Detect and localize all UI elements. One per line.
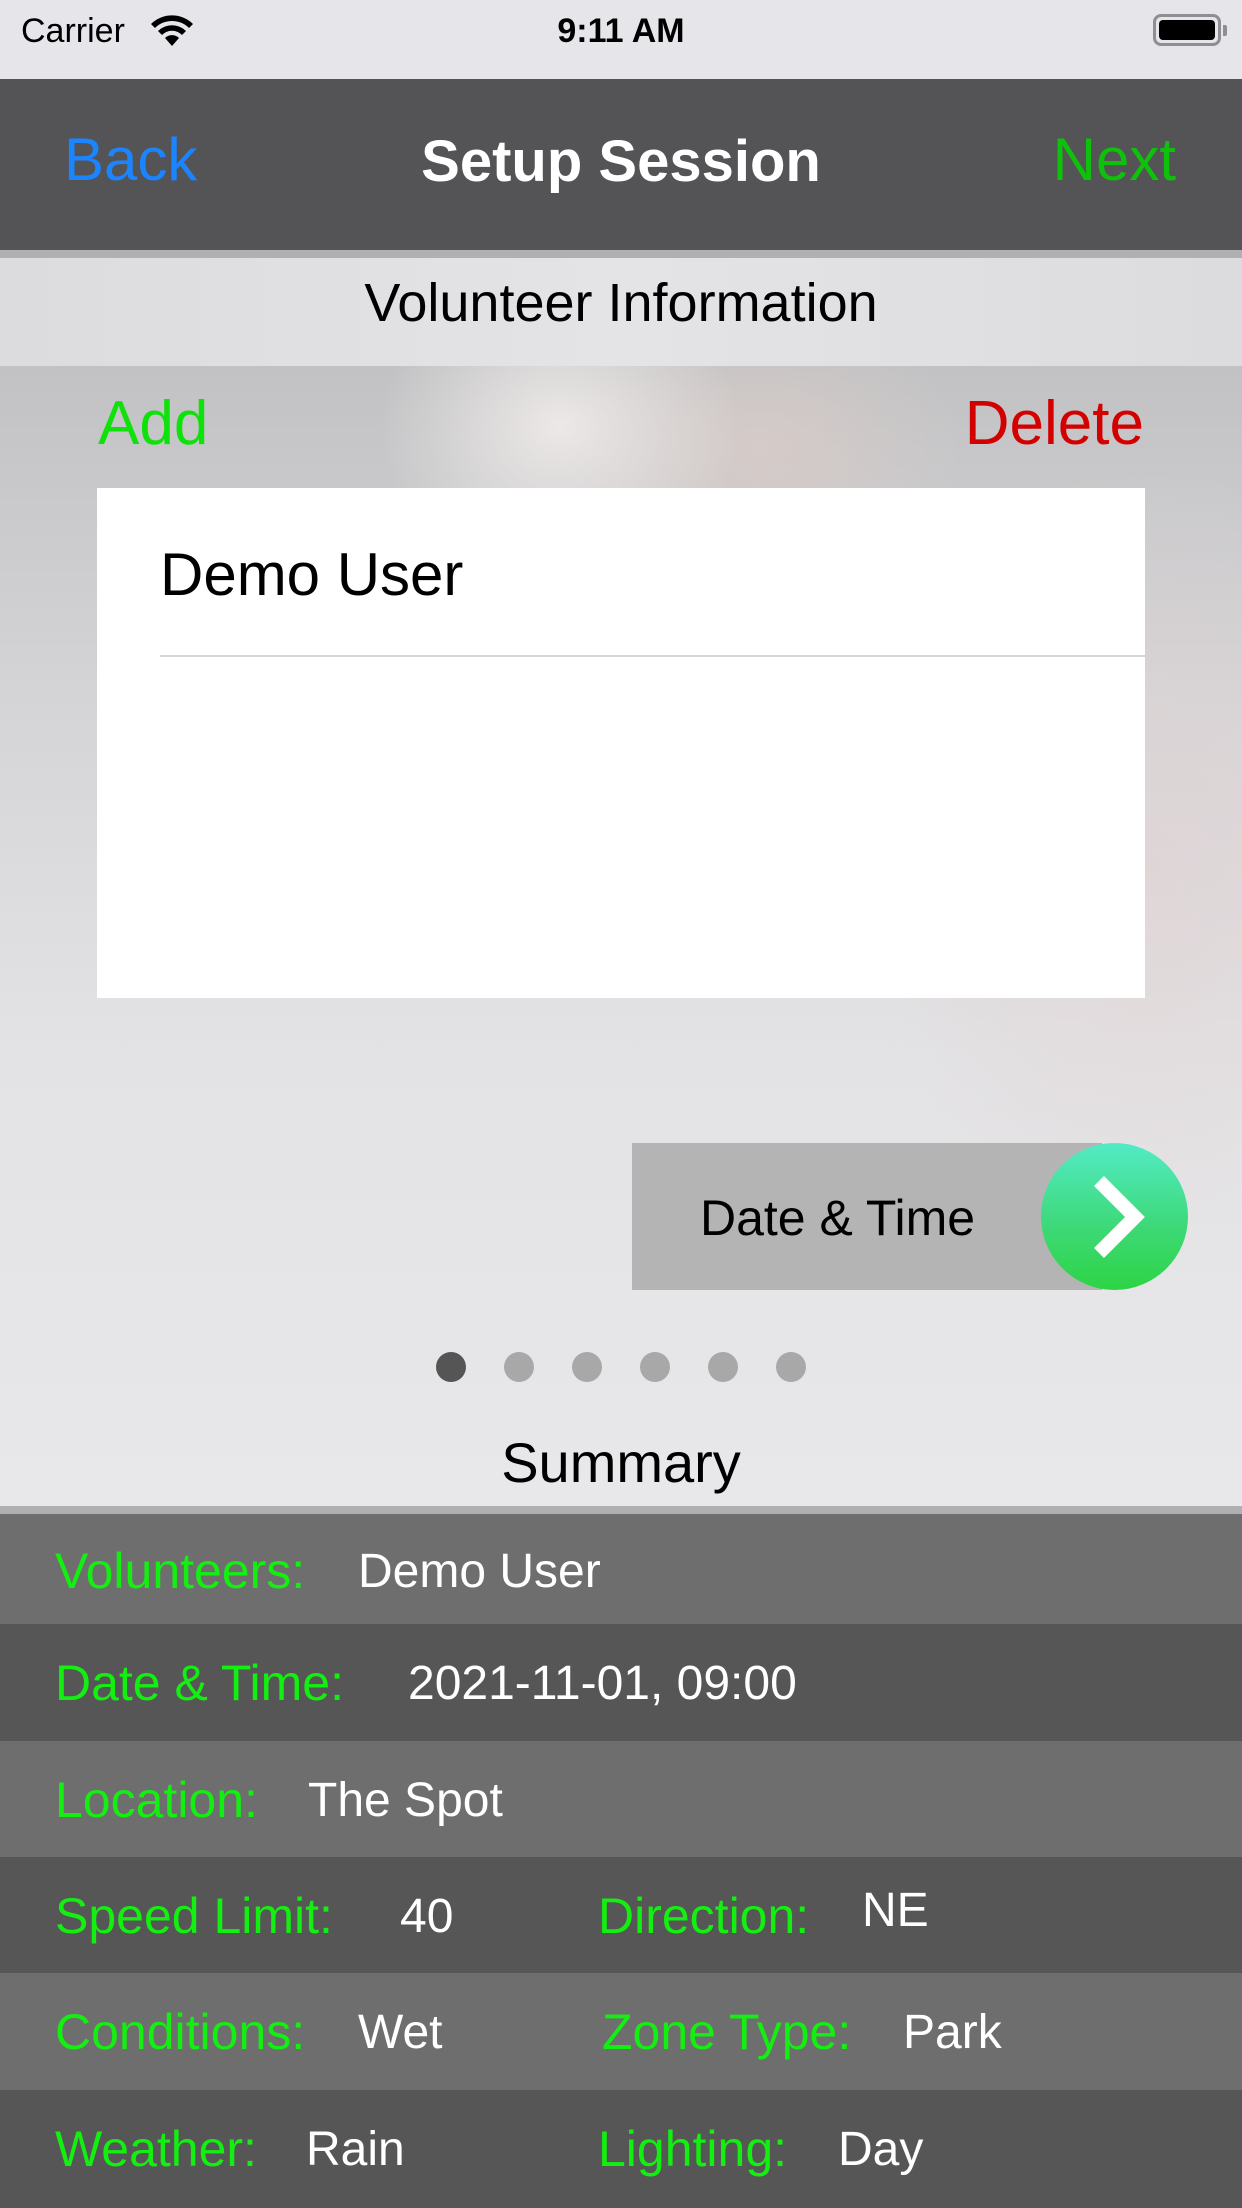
summary-row-date-time: Date & Time: 2021-11-01, 09:00 (0, 1624, 1242, 1741)
zone-type-value: Park (903, 2006, 1002, 2059)
lighting-label: Lighting: (598, 2121, 788, 2177)
list-item[interactable]: Demo User (97, 488, 1145, 657)
section-title: Volunteer Information (364, 273, 878, 333)
summary-title: Summary (501, 1431, 741, 1494)
zone-type-label: Zone Type: (602, 2004, 852, 2060)
speed-limit-value: 40 (400, 1890, 454, 1943)
date-time-value: 2021-11-01, 09:00 (408, 1657, 797, 1710)
page-dot-1[interactable] (436, 1352, 466, 1382)
direction-label: Direction: (598, 1888, 810, 1944)
lighting-value: Day (838, 2123, 924, 2176)
summary-divider (0, 1506, 1242, 1514)
summary-row-location: Location: The Spot (0, 1741, 1242, 1858)
page-dot-3[interactable] (572, 1352, 602, 1382)
summary-row-conditions-zone: Conditions: Wet Zone Type: Park (0, 1973, 1242, 2090)
conditions-label: Conditions: (55, 2004, 306, 2060)
conditions-value: Wet (358, 2006, 443, 2059)
location-value: The Spot (308, 1774, 503, 1827)
page-dot-6[interactable] (776, 1352, 806, 1382)
date-time-label: Date & Time: (55, 1655, 344, 1711)
clock: 9:11 AM (557, 12, 685, 50)
page-dot-4[interactable] (640, 1352, 670, 1382)
page-indicator[interactable] (0, 1352, 1242, 1384)
weather-label: Weather: (55, 2121, 257, 2177)
nav-divider (0, 250, 1242, 258)
next-button[interactable]: Next (1053, 125, 1176, 194)
add-volunteer-button[interactable]: Add (98, 388, 208, 459)
volunteer-name: Demo User (160, 541, 464, 608)
summary-row-speed-direction: Speed Limit: 40 Direction: NE (0, 1857, 1242, 1974)
volunteers-label: Volunteers: (55, 1543, 306, 1599)
date-time-button[interactable]: Date & Time (632, 1143, 1188, 1290)
summary-row-weather-lighting: Weather: Rain Lighting: Day (0, 2090, 1242, 2208)
summary-row-volunteers: Volunteers: Demo User (0, 1514, 1242, 1631)
direction-value: NE (862, 1884, 929, 1937)
weather-value: Rain (306, 2123, 405, 2176)
page-dot-2[interactable] (504, 1352, 534, 1382)
chevron-right-icon (1094, 1176, 1145, 1258)
list-divider (160, 655, 1145, 657)
speed-limit-label: Speed Limit: (55, 1888, 333, 1944)
status-bar: Carrier 9:11 AM (0, 0, 1242, 79)
date-time-button-label: Date & Time (700, 1190, 976, 1246)
battery-full-icon (1153, 14, 1227, 46)
date-time-button-body[interactable]: Date & Time (632, 1143, 1102, 1290)
next-step-circle[interactable] (1041, 1143, 1188, 1290)
delete-volunteer-button[interactable]: Delete (965, 388, 1144, 459)
volunteer-list[interactable]: Demo User (97, 488, 1145, 998)
volunteers-value: Demo User (358, 1545, 601, 1598)
location-label: Location: (55, 1772, 258, 1828)
page-dot-5[interactable] (708, 1352, 738, 1382)
